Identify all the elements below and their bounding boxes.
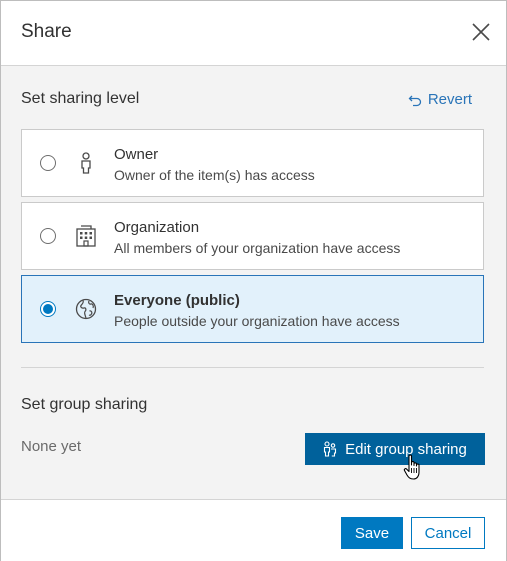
sharing-option-owner[interactable]: Owner Owner of the item(s) has access [21,129,484,197]
option-description: People outside your organization have ac… [114,313,400,329]
close-icon [472,23,490,41]
dialog-footer: Save Cancel [1,499,506,561]
group-sharing-status: None yet [21,438,82,455]
person-icon [81,152,91,174]
revert-label: Revert [427,91,472,108]
option-title: Owner [114,146,159,163]
option-title: Organization [114,219,200,236]
dialog-body: Set sharing level Revert Owner Owner of … [1,66,506,499]
close-button[interactable] [470,21,492,43]
dialog-header: Share [1,1,506,66]
dialog-title: Share [21,21,72,42]
save-button[interactable]: Save [341,517,403,549]
option-description: Owner of the item(s) has access [114,167,315,183]
edit-group-sharing-button[interactable]: Edit group sharing [305,433,485,465]
share-dialog: Share Set sharing level Revert Owner Own… [0,0,507,561]
sharing-option-organization[interactable]: Organization All members of your organiz… [21,202,484,270]
radio-organization[interactable] [40,228,56,244]
option-title: Everyone (public) [114,292,240,309]
section-divider [21,367,484,368]
radio-owner[interactable] [40,155,56,171]
group-sharing-title: Set group sharing [21,396,148,413]
group-icon [324,441,337,457]
revert-link[interactable]: Revert [408,91,472,108]
option-description: All members of your organization have ac… [114,240,401,256]
sharing-option-everyone[interactable]: Everyone (public) People outside your or… [21,275,484,343]
hand-cursor-icon [403,454,420,480]
globe-icon [75,298,97,320]
undo-icon [408,95,421,106]
sharing-level-title: Set sharing level [21,90,140,107]
building-icon [76,225,96,247]
cancel-button[interactable]: Cancel [411,517,485,549]
radio-everyone[interactable] [40,301,56,317]
